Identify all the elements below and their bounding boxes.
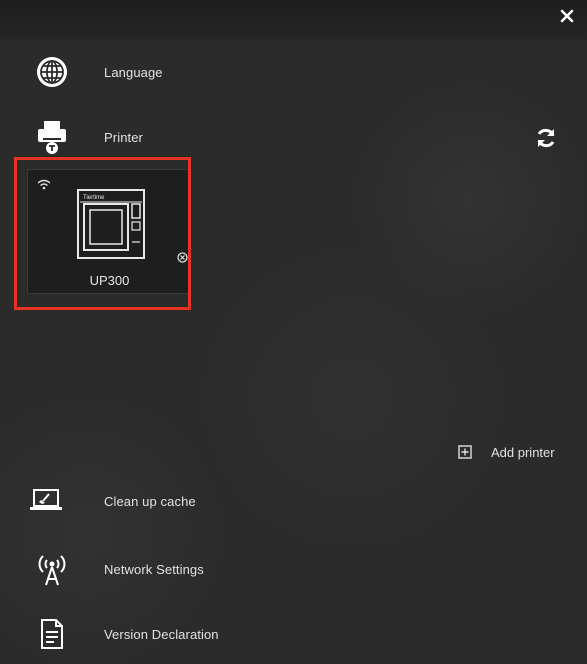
settings-panel: Language Printer Tiertime UP300 Add prin… [0,0,587,664]
menu-item-network-settings[interactable]: Network Settings [0,545,587,593]
printer-icon [33,118,71,156]
title-bar [0,0,587,40]
menu-label-version-declaration: Version Declaration [104,626,219,642]
refresh-icon [537,128,555,148]
menu-item-printer[interactable]: Printer [0,113,587,161]
add-printer-label: Add printer [491,444,555,460]
remove-icon[interactable] [177,252,188,263]
refresh-button[interactable] [534,126,558,150]
add-printer-button[interactable]: Add printer [458,442,573,462]
close-button[interactable] [557,6,577,26]
wifi-icon [37,179,51,190]
menu-label-printer: Printer [104,129,143,145]
menu-item-version-declaration[interactable]: Version Declaration [0,610,587,658]
menu-item-clean-cache[interactable]: Clean up cache [0,477,587,525]
printer-brand-text: Tiertime [83,195,105,201]
printer-image: Tiertime [77,189,145,259]
printer-name: UP300 [89,273,130,288]
menu-label-language: Language [104,64,163,80]
printer-card-up300[interactable]: Tiertime UP300 [27,169,190,294]
antenna-icon [33,550,71,588]
menu-item-language[interactable]: Language [0,48,587,96]
globe-icon [33,53,71,91]
document-icon [33,615,71,653]
menu-label-clean-cache: Clean up cache [104,493,196,509]
plus-box-icon [458,445,472,459]
menu-label-network-settings: Network Settings [104,561,204,577]
laptop-broom-icon [27,482,65,520]
close-icon [560,9,574,23]
